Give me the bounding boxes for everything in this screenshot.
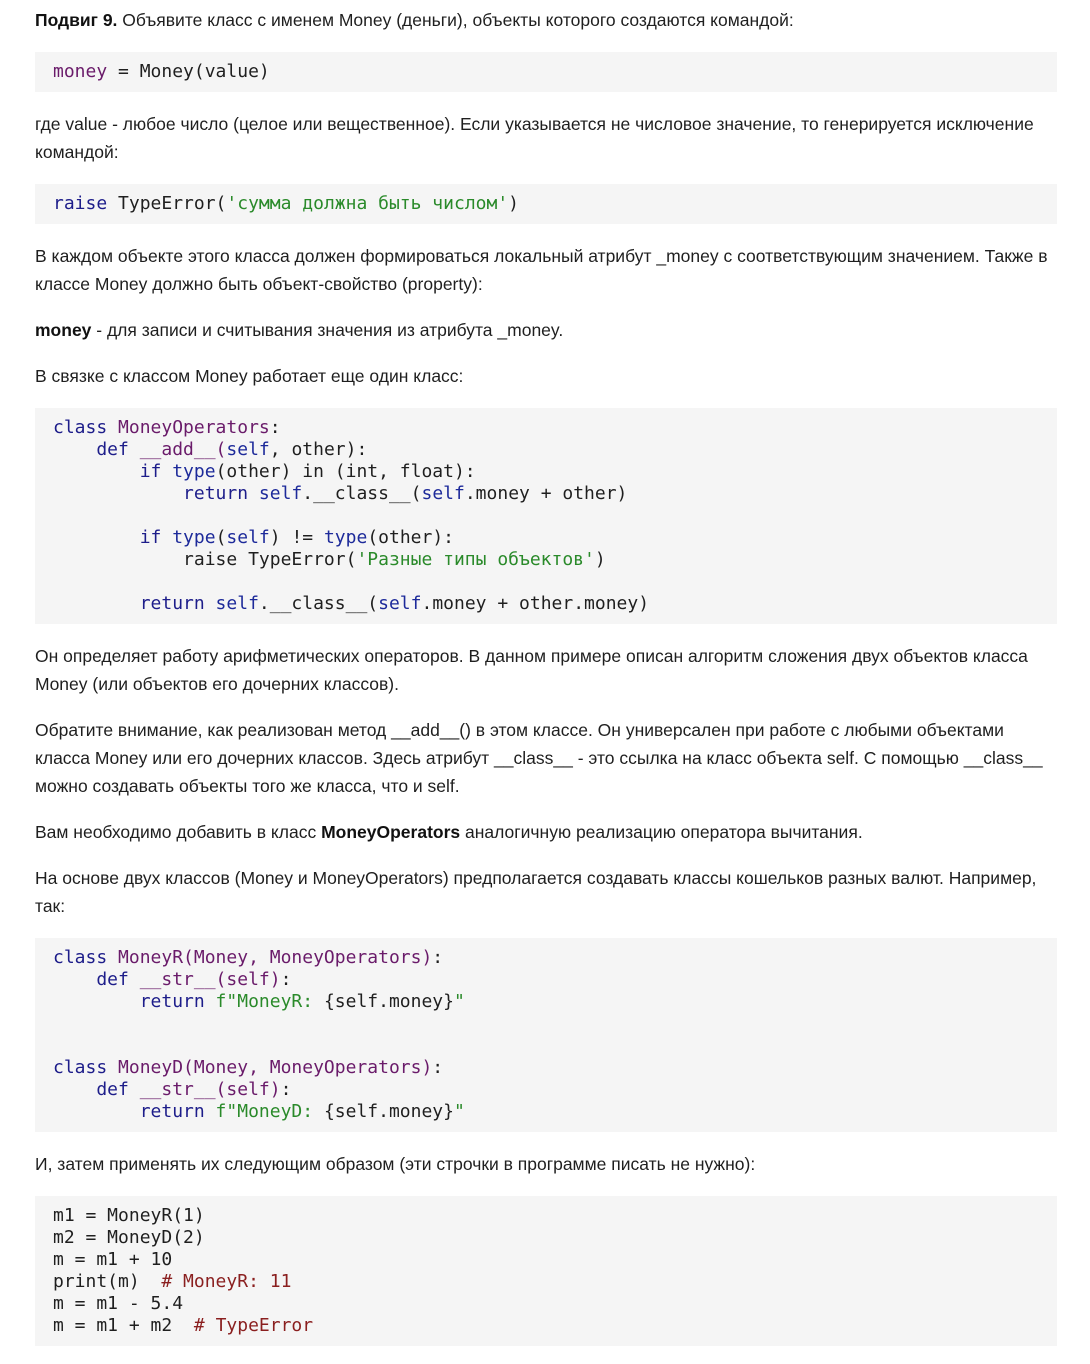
paragraph-attribute-desc: В каждом объекте этого класса должен фор… [35,246,1048,294]
paragraph-subtraction-task: Вам необходимо добавить в класс MoneyOpe… [35,822,863,842]
code-block-usage-example: m1 = MoneyR(1) m2 = MoneyD(2) m = m1 + 1… [35,1196,1057,1346]
code-block-money-operators: class MoneyOperators: def __add__(self, … [35,408,1057,624]
code-block-wallet-classes: class MoneyR(Money, MoneyOperators): def… [35,938,1057,1132]
paragraph-value-desc: где value - любое число (целое или вещес… [35,114,1034,162]
paragraph-link-class: В связке с классом Money работает еще од… [35,366,464,386]
code-block-money-create: money = Money(value) [35,52,1057,92]
task-number: Подвиг 9. [35,10,118,30]
paragraph-operators-desc: Он определяет работу арифметических опер… [35,646,1028,694]
paragraph-add-method-note: Обратите внимание, как реализован метод … [35,720,1043,796]
paragraph-property-money: money - для записи и считывания значения… [35,320,564,340]
code-block-raise: raise TypeError('сумма должна быть число… [35,184,1057,224]
paragraph-wallet-classes: На основе двух классов (Money и MoneyOpe… [35,868,1037,916]
paragraph-usage-intro: И, затем применять их следующим образом … [35,1154,756,1174]
task-intro: Подвиг 9. Объявите класс с именем Money … [35,10,794,30]
task-content: Подвиг 9. Объявите класс с именем Money … [0,0,1090,1364]
